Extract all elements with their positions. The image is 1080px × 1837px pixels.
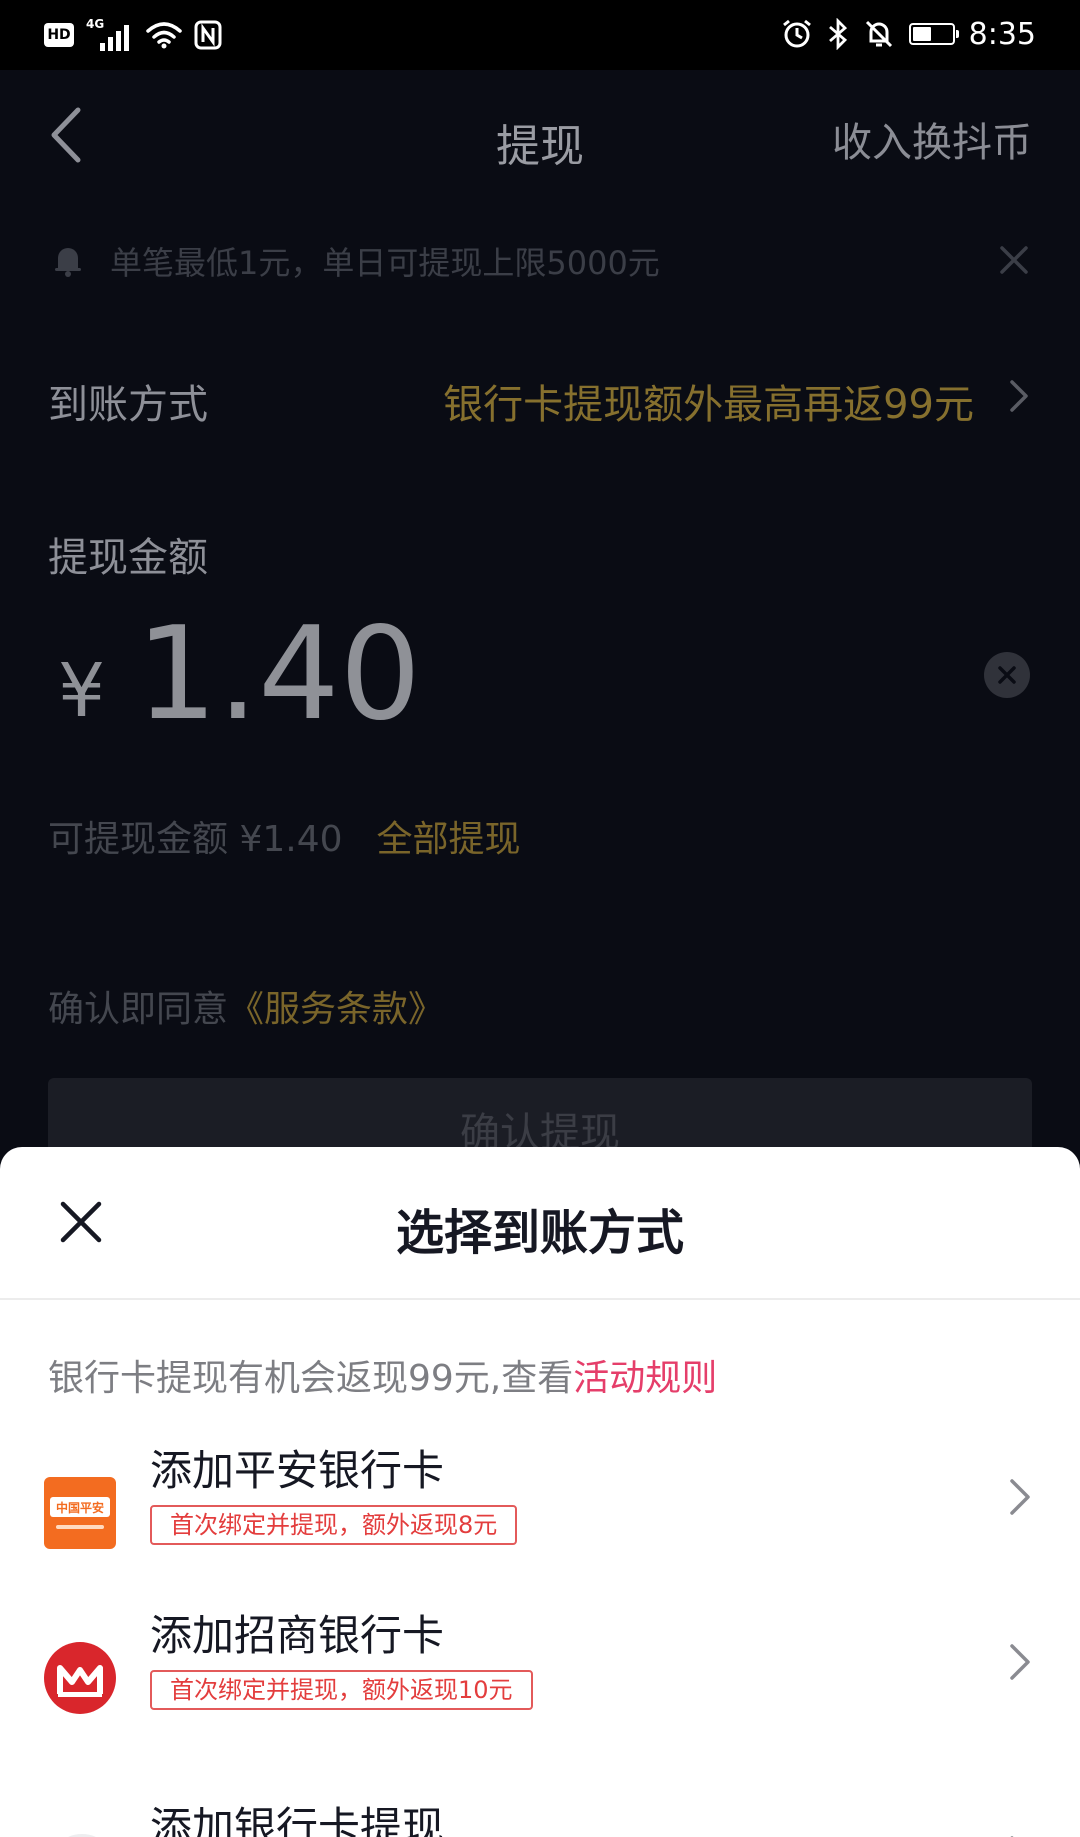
pingan-logo-text: 中国平安 bbox=[56, 1500, 104, 1515]
status-bar-left: HD 4G bbox=[44, 16, 222, 54]
currency-symbol: ¥ bbox=[58, 648, 106, 734]
activity-rules-link[interactable]: 活动规则 bbox=[573, 1358, 717, 1399]
amount-value: 1.40 bbox=[136, 600, 421, 749]
chevron-right-icon bbox=[1010, 1644, 1030, 1680]
bell-icon bbox=[55, 248, 81, 277]
bank-bonus-tag: 首次绑定并提现，额外返现8元 bbox=[150, 1505, 518, 1545]
add-card-label: 添加银行卡提现 bbox=[150, 1803, 445, 1837]
bank-bonus-tag: 首次绑定并提现，额外返现10元 bbox=[150, 1670, 533, 1710]
amount-label: 提现金额 bbox=[48, 535, 208, 581]
cmb-bank-logo bbox=[44, 1642, 116, 1714]
clear-amount-icon[interactable] bbox=[984, 652, 1030, 698]
status-bar: HD 4G 8:35 bbox=[0, 0, 1080, 70]
close-icon[interactable] bbox=[996, 242, 1032, 278]
battery-icon bbox=[908, 23, 959, 45]
nfc-icon bbox=[194, 20, 222, 50]
bank-option-cmb[interactable]: 添加招商银行卡 首次绑定并提现，额外返现10元 bbox=[0, 1602, 1080, 1732]
sheet-title: 选择到账方式 bbox=[395, 1205, 684, 1261]
hd-icon: HD bbox=[44, 23, 74, 47]
amount-input[interactable]: ¥ 1.40 bbox=[0, 600, 1080, 760]
chevron-right-icon bbox=[1010, 1479, 1030, 1515]
bluetooth-icon bbox=[828, 18, 847, 50]
wifi-icon bbox=[146, 22, 182, 49]
add-bank-card-option[interactable]: 添加银行卡提现 bbox=[0, 1794, 1080, 1837]
pingan-bank-logo: 中国平安 bbox=[44, 1477, 116, 1549]
payout-method-promo: 银行卡提现额外最高再返99元 bbox=[443, 382, 974, 428]
sheet-promo: 银行卡提现有机会返现99元,查看活动规则 bbox=[48, 1349, 717, 1401]
sheet-promo-text: 银行卡提现有机会返现99元,查看 bbox=[48, 1358, 574, 1399]
exchange-coins-link[interactable]: 收入换抖币 bbox=[832, 110, 1032, 168]
available-balance: 可提现金额 ¥1.40 bbox=[48, 819, 343, 860]
bank-name: 添加招商银行卡 bbox=[150, 1611, 445, 1660]
terms-of-service-link[interactable]: 《服务条款》 bbox=[228, 989, 444, 1030]
notice-text: 单笔最低1元，单日可提现上限5000元 bbox=[110, 244, 660, 282]
alarm-icon bbox=[782, 19, 811, 48]
bank-option-pingan[interactable]: 中国平安 添加平安银行卡 首次绑定并提现，额外返现8元 bbox=[0, 1437, 1080, 1567]
chevron-right-icon bbox=[1010, 380, 1028, 412]
bank-name: 添加平安银行卡 bbox=[150, 1446, 445, 1495]
cellular-signal-icon: 4G bbox=[86, 17, 134, 51]
nav-bar: 提现 收入换抖币 bbox=[0, 70, 1080, 200]
terms-prefix: 确认即同意 bbox=[48, 989, 229, 1030]
notice-bar: 单笔最低1元，单日可提现上限5000元 bbox=[0, 220, 1080, 300]
status-bar-right: 8:35 bbox=[781, 14, 1036, 54]
payout-method-label: 到账方式 bbox=[48, 382, 208, 428]
terms-row: 确认即同意《服务条款》 bbox=[48, 980, 444, 1032]
mute-bell-icon bbox=[865, 20, 892, 48]
payout-method-sheet: 选择到账方式 银行卡提现有机会返现99元,查看活动规则 中国平安 添加平安银行卡… bbox=[0, 1147, 1080, 1837]
available-balance-row: 可提现金额 ¥1.40 全部提现 bbox=[48, 810, 521, 862]
sheet-header: 选择到账方式 bbox=[0, 1147, 1080, 1300]
payout-method-row[interactable]: 到账方式 银行卡提现额外最高再返99元 bbox=[0, 350, 1080, 440]
withdraw-all-link[interactable]: 全部提现 bbox=[377, 810, 521, 862]
clock-time: 8:35 bbox=[968, 16, 1036, 52]
